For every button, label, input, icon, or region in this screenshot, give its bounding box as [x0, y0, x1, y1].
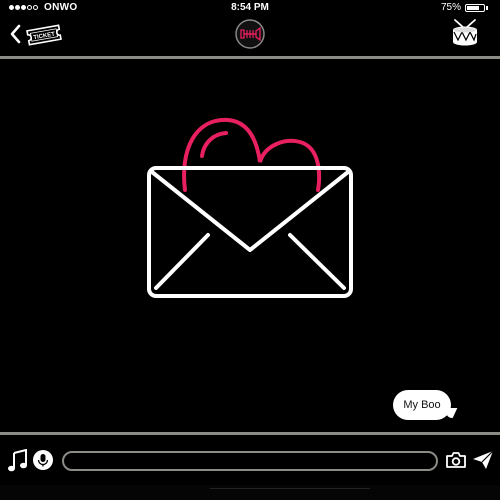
camera-button[interactable]: [445, 451, 467, 469]
music-button[interactable]: [7, 448, 29, 473]
back-button[interactable]: TICKET: [8, 22, 68, 48]
battery-indicator: 75%: [441, 2, 488, 13]
status-bar: ONWO 8:54 PM 75%: [0, 0, 500, 16]
music-note-icon: [8, 448, 27, 472]
status-time: 8:54 PM: [231, 2, 269, 13]
ticket-icon: TICKET: [26, 24, 62, 46]
header-divider: [0, 56, 500, 59]
chevron-left-icon: TICKET: [10, 24, 62, 46]
send-button[interactable]: [472, 449, 494, 471]
send-icon: [473, 450, 494, 469]
envelope-heart-icon: [147, 117, 353, 298]
microphone-button[interactable]: [33, 450, 53, 470]
bubble-tail: [442, 408, 458, 418]
battery-icon: [465, 3, 485, 12]
battery-percent: 75%: [440, 2, 461, 13]
drum-button[interactable]: [450, 18, 480, 48]
message-input[interactable]: [62, 451, 438, 471]
message-text: My Boo: [403, 399, 441, 411]
camera-icon: [446, 452, 466, 468]
drum-icon: [453, 19, 477, 46]
app-logo[interactable]: [234, 18, 266, 50]
message-bubble[interactable]: My Boo: [393, 390, 458, 420]
home-indicator: [210, 488, 370, 489]
trumpet-logo-icon: [235, 19, 265, 49]
microphone-icon: [37, 454, 49, 467]
envelope-heart-illustration: [140, 110, 360, 310]
